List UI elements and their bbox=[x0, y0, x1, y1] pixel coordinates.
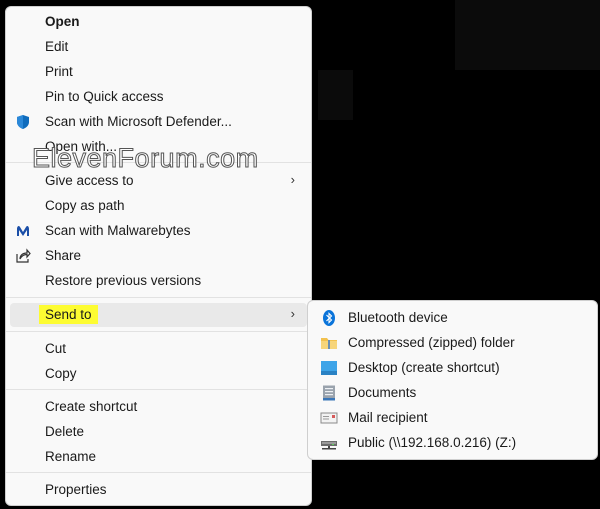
menu-item-pin-quick-access[interactable]: Pin to Quick access bbox=[10, 85, 307, 109]
menu-item-copy[interactable]: Copy bbox=[10, 362, 307, 386]
menu-item-scan-defender[interactable]: Scan with Microsoft Defender... bbox=[10, 110, 307, 134]
submenu-item-label: Bluetooth device bbox=[348, 310, 448, 325]
menu-separator bbox=[6, 472, 311, 473]
menu-item-label: Rename bbox=[45, 449, 97, 464]
menu-item-properties[interactable]: Properties bbox=[10, 478, 307, 502]
menu-item-label: Share bbox=[45, 248, 82, 263]
zip-folder-icon bbox=[320, 335, 338, 351]
submenu-item-mail-recipient[interactable]: Mail recipient bbox=[312, 406, 593, 430]
menu-item-give-access[interactable]: Give access to › bbox=[10, 169, 307, 193]
menu-item-label: Open with... bbox=[45, 139, 118, 154]
menu-item-rename[interactable]: Rename bbox=[10, 445, 307, 469]
menu-item-label: Give access to bbox=[45, 173, 134, 188]
menu-item-label: Copy as path bbox=[45, 198, 125, 213]
menu-separator bbox=[6, 389, 311, 390]
menu-separator bbox=[6, 297, 311, 298]
menu-item-label: Copy bbox=[45, 366, 77, 381]
send-to-highlight: Send to bbox=[39, 305, 98, 324]
menu-item-restore-previous[interactable]: Restore previous versions bbox=[10, 269, 307, 293]
menu-item-create-shortcut[interactable]: Create shortcut bbox=[10, 395, 307, 419]
menu-item-open-with[interactable]: Open with... bbox=[10, 135, 307, 159]
menu-item-delete[interactable]: Delete bbox=[10, 420, 307, 444]
documents-icon bbox=[320, 385, 338, 401]
menu-item-share[interactable]: Share bbox=[10, 244, 307, 268]
background-window-block bbox=[455, 0, 600, 70]
submenu-item-documents[interactable]: Documents bbox=[312, 381, 593, 405]
menu-item-label-wrap: Send to bbox=[39, 305, 98, 324]
malwarebytes-icon bbox=[15, 223, 31, 239]
bluetooth-icon bbox=[320, 310, 338, 326]
menu-item-send-to[interactable]: Send to › bbox=[10, 303, 307, 327]
menu-item-label: Scan with Microsoft Defender... bbox=[45, 114, 232, 129]
menu-item-label: Scan with Malwarebytes bbox=[45, 223, 191, 238]
submenu-item-desktop[interactable]: Desktop (create shortcut) bbox=[312, 356, 593, 380]
submenu-item-label: Public (\\192.168.0.216) (Z:) bbox=[348, 435, 517, 450]
network-drive-icon bbox=[320, 435, 338, 451]
chevron-right-icon: › bbox=[290, 172, 295, 187]
submenu-item-label: Documents bbox=[348, 385, 417, 400]
menu-separator bbox=[6, 331, 311, 332]
submenu-item-label: Compressed (zipped) folder bbox=[348, 335, 515, 350]
menu-item-label: Open bbox=[45, 14, 80, 29]
menu-item-label: Properties bbox=[45, 482, 107, 497]
submenu-item-public-network-drive[interactable]: Public (\\192.168.0.216) (Z:) bbox=[312, 431, 593, 455]
menu-item-open[interactable]: Open bbox=[10, 10, 307, 34]
menu-item-label: Create shortcut bbox=[45, 399, 138, 414]
menu-item-label: Restore previous versions bbox=[45, 273, 202, 288]
menu-item-label: Delete bbox=[45, 424, 85, 439]
menu-item-edit[interactable]: Edit bbox=[10, 35, 307, 59]
menu-item-label: Cut bbox=[45, 341, 67, 356]
menu-item-print[interactable]: Print bbox=[10, 60, 307, 84]
submenu-item-label: Mail recipient bbox=[348, 410, 428, 425]
menu-item-label: Print bbox=[45, 64, 73, 79]
submenu-item-bluetooth[interactable]: Bluetooth device bbox=[312, 306, 593, 330]
context-menu: Open Edit Print Pin to Quick access Scan… bbox=[5, 6, 312, 506]
menu-item-scan-malwarebytes[interactable]: Scan with Malwarebytes bbox=[10, 219, 307, 243]
menu-item-label: Edit bbox=[45, 39, 69, 54]
menu-item-label: Pin to Quick access bbox=[45, 89, 164, 104]
menu-item-cut[interactable]: Cut bbox=[10, 337, 307, 361]
send-to-submenu: Bluetooth device Compressed (zipped) fol… bbox=[307, 300, 598, 460]
background-window-block bbox=[318, 70, 353, 120]
submenu-item-label: Desktop (create shortcut) bbox=[348, 360, 500, 375]
defender-shield-icon bbox=[15, 114, 31, 130]
mail-icon bbox=[320, 410, 338, 426]
chevron-right-icon: › bbox=[290, 306, 295, 321]
submenu-item-compressed-folder[interactable]: Compressed (zipped) folder bbox=[312, 331, 593, 355]
menu-item-copy-as-path[interactable]: Copy as path bbox=[10, 194, 307, 218]
desktop-icon bbox=[320, 360, 338, 376]
share-icon bbox=[15, 248, 31, 264]
menu-separator bbox=[6, 162, 311, 163]
